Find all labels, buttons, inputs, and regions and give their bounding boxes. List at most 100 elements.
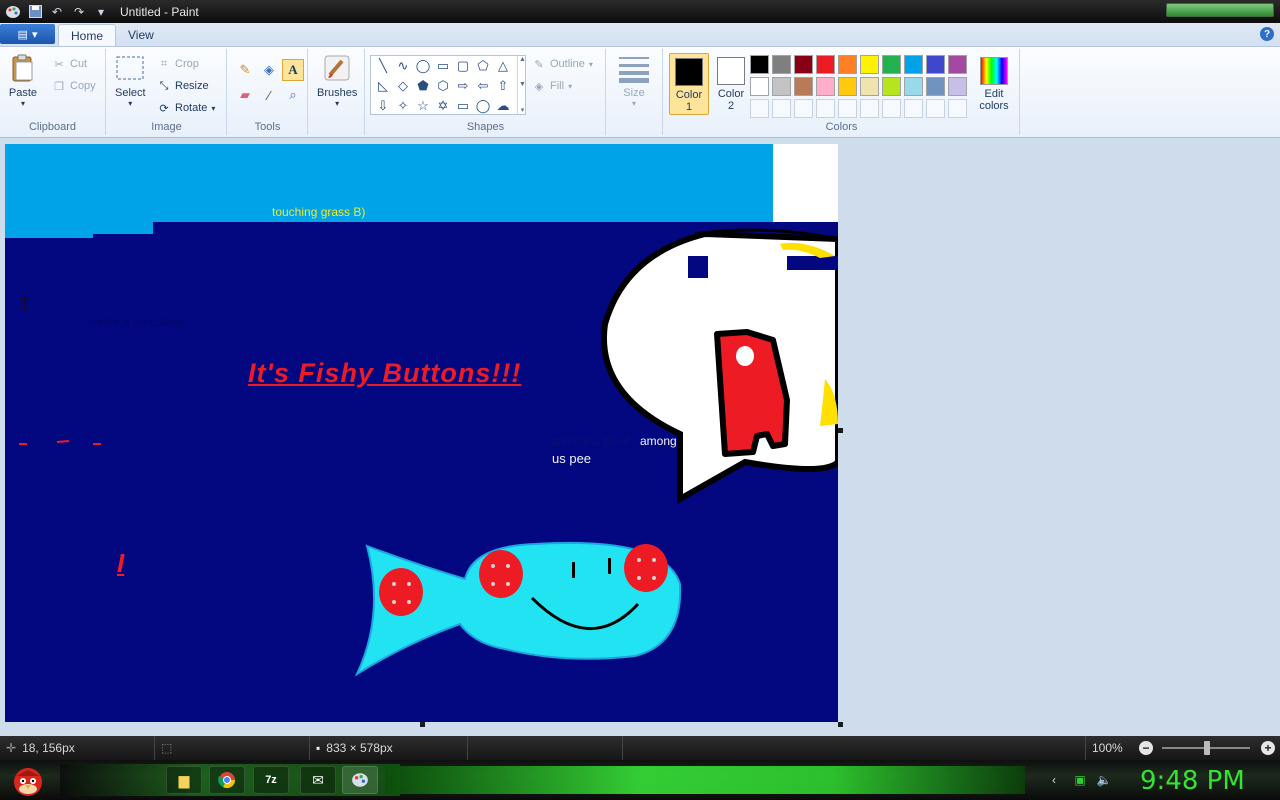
app-icon[interactable]: ✉ — [300, 766, 336, 794]
palette-color-3[interactable] — [794, 55, 813, 74]
color1-button[interactable]: Color 1 — [669, 53, 709, 115]
zoom-out-button[interactable]: − — [1139, 741, 1153, 755]
outline-button[interactable]: ✎ Outline ▾ — [532, 55, 592, 73]
resize-handle-right[interactable] — [838, 428, 843, 433]
diamond-shape-icon[interactable]: ◇ — [393, 76, 413, 96]
paint-app-icon[interactable] — [4, 4, 22, 20]
palette-color-12[interactable] — [772, 77, 791, 96]
fill-bucket-icon[interactable]: ◈ — [258, 59, 280, 81]
select-button[interactable]: Select ▾ — [115, 53, 146, 108]
network-icon[interactable]: ▣ — [1072, 772, 1088, 788]
customize-dropdown-icon[interactable]: ▾ — [92, 4, 110, 20]
tab-view[interactable]: View — [116, 24, 166, 46]
left-arrow-shape-icon[interactable]: ⇦ — [473, 76, 493, 96]
text-tool-icon[interactable]: A — [282, 59, 304, 81]
palette-color-9[interactable] — [926, 55, 945, 74]
tab-home[interactable]: Home — [58, 24, 117, 46]
volume-icon[interactable]: 🔈 — [1096, 772, 1112, 788]
palette-color-5[interactable] — [838, 55, 857, 74]
pencil-icon[interactable]: ✎ — [234, 59, 256, 81]
palette-color-15[interactable] — [838, 77, 857, 96]
zoom-in-button[interactable]: + — [1261, 741, 1275, 755]
palette-color-1[interactable] — [750, 55, 769, 74]
redo-icon[interactable]: ↷ — [70, 4, 88, 20]
palette-color-10[interactable] — [948, 55, 967, 74]
color-picker-icon[interactable]: ⁄ — [258, 84, 280, 106]
shapes-scrollbar[interactable]: ▲ ▼ ▾ — [517, 56, 527, 114]
pentagon-shape-icon[interactable]: ⬟ — [413, 76, 433, 96]
taskbar-clock[interactable]: 9:48 PM — [1140, 766, 1245, 796]
custom-color-slot[interactable] — [948, 99, 967, 118]
five-point-star-shape-icon[interactable]: ☆ — [413, 96, 433, 116]
palette-color-14[interactable] — [816, 77, 835, 96]
palette-color-6[interactable] — [860, 55, 879, 74]
six-point-star-shape-icon[interactable]: ✡ — [433, 96, 453, 116]
save-icon[interactable] — [26, 4, 44, 20]
crop-button[interactable]: ⌗ Crop — [157, 55, 199, 73]
line-shape-icon[interactable]: ╲ — [373, 56, 393, 76]
four-point-star-shape-icon[interactable]: ✧ — [393, 96, 413, 116]
custom-color-slot[interactable] — [926, 99, 945, 118]
palette-color-13[interactable] — [794, 77, 813, 96]
palette-color-19[interactable] — [926, 77, 945, 96]
fill-button[interactable]: ◈ Fill ▾ — [532, 77, 572, 95]
hexagon-shape-icon[interactable]: ⬡ — [433, 76, 453, 96]
color2-button[interactable]: Color 2 — [711, 53, 751, 115]
resize-handle-bottom[interactable] — [420, 722, 425, 727]
paste-button[interactable]: Paste ▾ — [8, 53, 38, 108]
custom-color-slot[interactable] — [772, 99, 791, 118]
size-button[interactable]: Size ▾ — [619, 53, 649, 108]
chrome-icon[interactable] — [209, 766, 245, 794]
zoom-slider-thumb[interactable] — [1204, 741, 1210, 755]
resize-handle-corner[interactable] — [838, 722, 843, 727]
custom-color-slot[interactable] — [794, 99, 813, 118]
magnifier-icon[interactable]: ⌕ — [282, 84, 304, 106]
palette-color-20[interactable] — [948, 77, 967, 96]
curve-shape-icon[interactable]: ∿ — [393, 56, 413, 76]
paint-taskbar-icon[interactable] — [342, 766, 378, 794]
palette-color-7[interactable] — [882, 55, 901, 74]
show-hidden-icons-icon[interactable]: ‹ — [1046, 772, 1062, 788]
custom-color-slot[interactable] — [882, 99, 901, 118]
palette-color-8[interactable] — [904, 55, 923, 74]
expand-icon[interactable]: ▾ — [521, 106, 525, 114]
workspace[interactable]: touching grass B) inside a pancakes It's… — [0, 138, 1280, 736]
custom-color-slot[interactable] — [904, 99, 923, 118]
resize-button[interactable]: ⤡ Resize — [157, 77, 209, 95]
drawing-canvas[interactable]: touching grass B) inside a pancakes It's… — [5, 144, 838, 722]
window-controls[interactable] — [1166, 3, 1274, 17]
palette-color-16[interactable] — [860, 77, 879, 96]
cut-button[interactable]: ✂ Cut — [52, 55, 87, 73]
triangle-shape-icon[interactable]: △ — [493, 56, 513, 76]
rectangle-shape-icon[interactable]: ▭ — [433, 56, 453, 76]
start-button-angry-bird-icon[interactable] — [8, 762, 48, 798]
right-triangle-shape-icon[interactable]: ◺ — [373, 76, 393, 96]
chevron-down-icon[interactable]: ▼ — [519, 81, 526, 88]
palette-color-18[interactable] — [904, 77, 923, 96]
edit-colors-button[interactable]: Edit colors — [974, 53, 1014, 115]
7zip-icon[interactable]: 7z — [253, 766, 289, 794]
palette-color-4[interactable] — [816, 55, 835, 74]
oval-shape-icon[interactable]: ◯ — [413, 56, 433, 76]
palette-color-17[interactable] — [882, 77, 901, 96]
custom-color-slot[interactable] — [816, 99, 835, 118]
palette-color-11[interactable] — [750, 77, 769, 96]
brushes-button[interactable]: Brushes ▾ — [317, 53, 357, 108]
callout-cloud-shape-icon[interactable]: ☁ — [493, 96, 513, 116]
right-arrow-shape-icon[interactable]: ⇨ — [453, 76, 473, 96]
undo-icon[interactable]: ↶ — [48, 4, 66, 20]
up-arrow-shape-icon[interactable]: ⇧ — [493, 76, 513, 96]
paint-menu-button[interactable]: ▤ ▾ — [0, 24, 55, 44]
rounded-rectangle-shape-icon[interactable]: ▢ — [453, 56, 473, 76]
custom-color-slot[interactable] — [838, 99, 857, 118]
help-icon[interactable]: ? — [1260, 27, 1274, 41]
custom-color-slot[interactable] — [750, 99, 769, 118]
file-explorer-icon[interactable]: ▆ — [166, 766, 202, 794]
polygon-shape-icon[interactable]: ⬠ — [473, 56, 493, 76]
custom-color-slot[interactable] — [860, 99, 879, 118]
rotate-button[interactable]: ⟳ Rotate ▾ — [157, 99, 215, 117]
callout-oval-shape-icon[interactable]: ◯ — [473, 96, 493, 116]
down-arrow-shape-icon[interactable]: ⇩ — [373, 96, 393, 116]
eraser-icon[interactable]: ▰ — [234, 84, 256, 106]
copy-button[interactable]: ❐ Copy — [52, 77, 96, 95]
